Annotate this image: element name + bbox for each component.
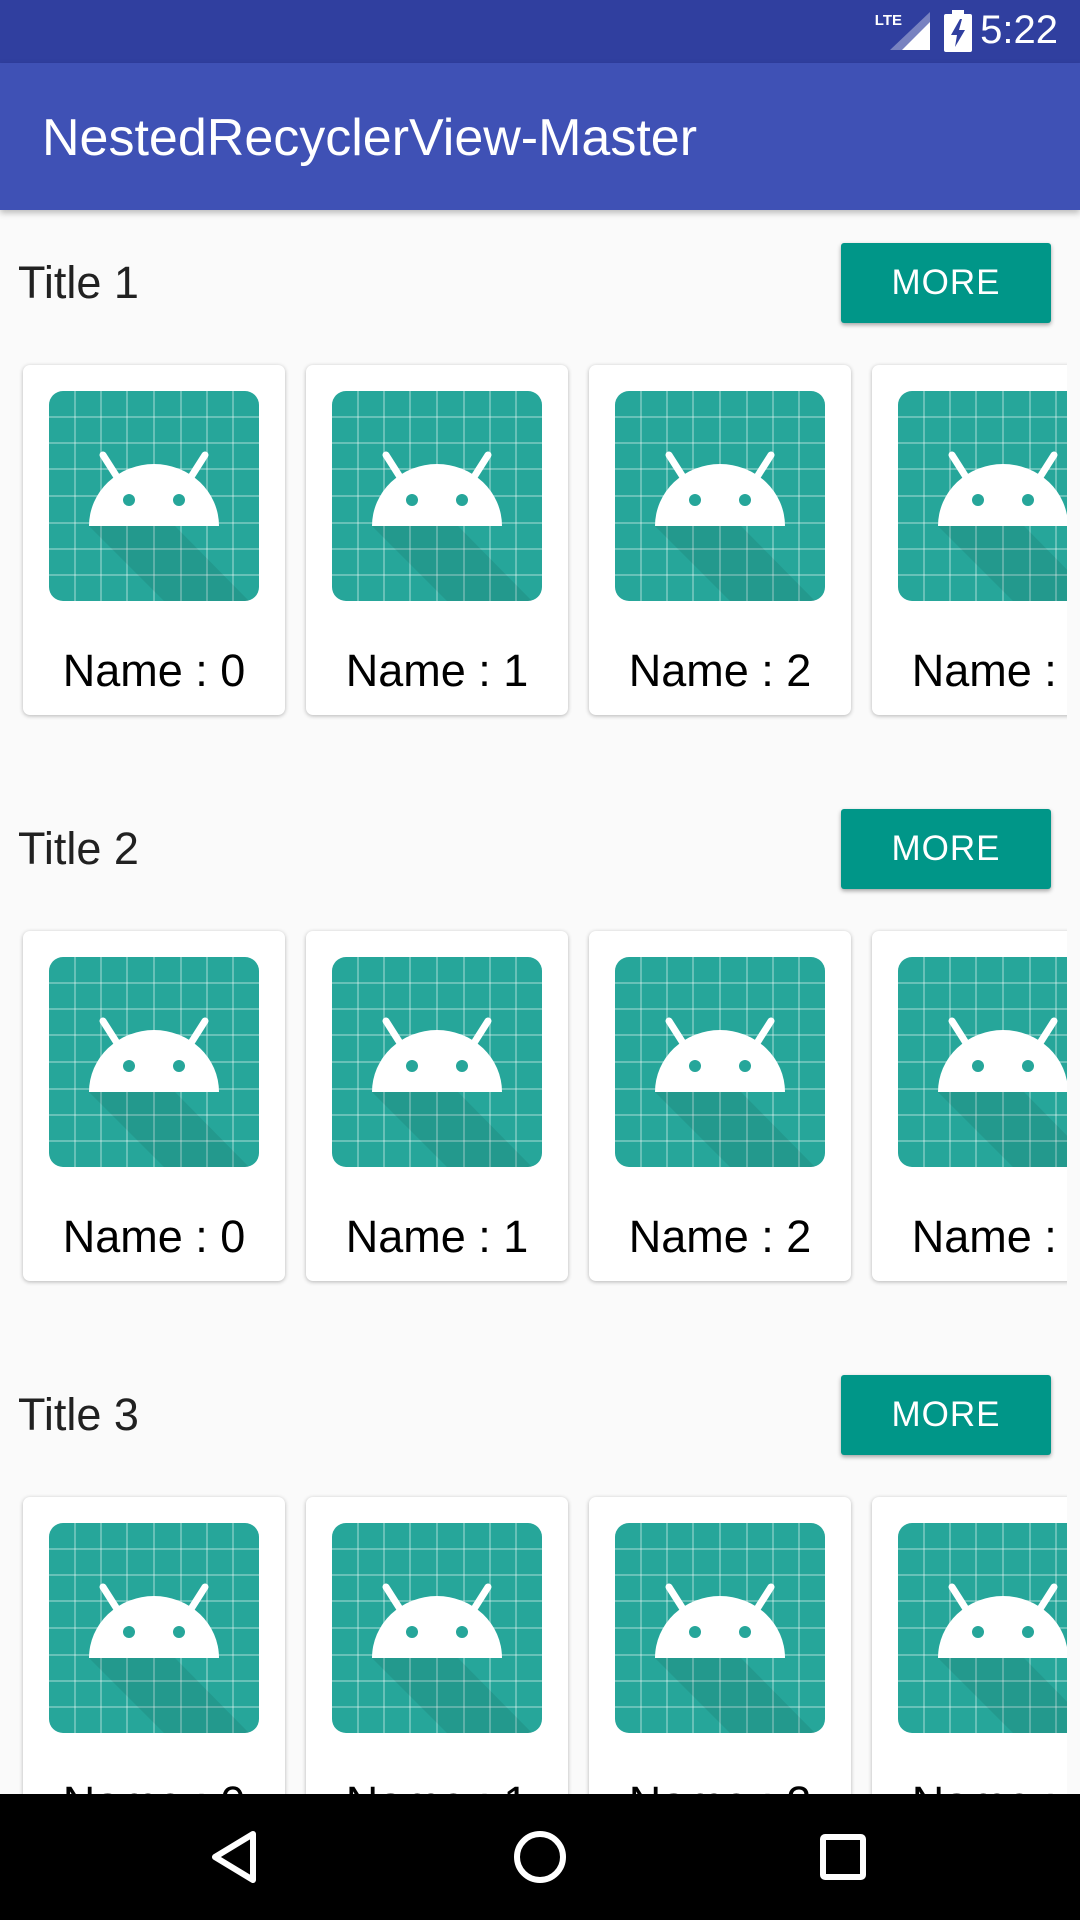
item-card[interactable]: Name : 0 <box>23 931 285 1281</box>
section-title: Title 3 <box>18 1389 139 1440</box>
item-name: Name : 0 <box>62 645 246 696</box>
item-name: Name : 1 <box>306 1777 568 1794</box>
section-title: Title 1 <box>18 257 139 308</box>
more-button[interactable]: MORE <box>841 1375 1051 1455</box>
item-card[interactable]: Name : 2 <box>589 365 851 715</box>
lte-signal-icon <box>890 12 930 50</box>
item-card[interactable]: Name : 2 <box>589 1497 851 1794</box>
item-name: Name : 1 <box>345 1211 529 1262</box>
item-card[interactable]: Name : 0 <box>23 1497 285 1794</box>
android-launcher-icon <box>49 1523 259 1733</box>
home-icon[interactable] <box>505 1822 575 1892</box>
android-launcher-icon <box>898 1523 1067 1733</box>
item-card[interactable]: Name : 2 <box>589 931 851 1281</box>
item-name: Name : 3 <box>872 1777 1067 1794</box>
item-card[interactable]: Name : 3 <box>872 365 1067 715</box>
item-name: Name : 2 <box>628 1211 812 1262</box>
horizontal-item-list[interactable]: Name : 0 Name : 1 Name : 2 Name : 3 <box>0 921 1067 1291</box>
app-title: NestedRecyclerView-Master <box>42 109 698 167</box>
main-list[interactable]: Title 1 MORE Name : 0 Name : 1 Name : 2 … <box>0 210 1080 1794</box>
android-launcher-icon <box>332 1523 542 1733</box>
horizontal-item-list[interactable]: Name : 0 Name : 1 Name : 2 Name : 3 <box>0 355 1067 725</box>
android-launcher-icon <box>332 391 542 601</box>
item-card[interactable]: Name : 1 <box>306 1497 568 1794</box>
section-1: Title 1 MORE Name : 0 Name : 1 Name : 2 … <box>0 210 1080 776</box>
more-button[interactable]: MORE <box>841 809 1051 889</box>
android-launcher-icon <box>49 957 259 1167</box>
status-time: 5:22 <box>980 8 1058 52</box>
item-name: Name : 3 <box>911 1211 1067 1262</box>
status-bar: LTE 5:22 <box>0 0 1080 63</box>
item-name: Name : 1 <box>345 645 529 696</box>
app-bar: NestedRecyclerView-Master <box>0 63 1080 210</box>
item-card[interactable]: Name : 3 <box>872 1497 1067 1794</box>
section-title: Title 2 <box>18 823 139 874</box>
recents-icon[interactable] <box>808 1822 878 1892</box>
item-name: Name : 2 <box>589 1777 851 1794</box>
more-button[interactable]: MORE <box>841 243 1051 323</box>
horizontal-item-list[interactable]: Name : 0 Name : 1 Name : 2 Name : 3 <box>0 1487 1067 1794</box>
android-launcher-icon <box>615 391 825 601</box>
back-icon[interactable] <box>201 1822 271 1892</box>
android-launcher-icon <box>332 957 542 1167</box>
item-name: Name : 0 <box>23 1777 285 1794</box>
item-name: Name : 0 <box>62 1211 246 1262</box>
item-card[interactable]: Name : 3 <box>872 931 1067 1281</box>
android-launcher-icon <box>615 957 825 1167</box>
section-2: Title 2 MORE Name : 0 Name : 1 Name : 2 … <box>0 776 1080 1342</box>
android-launcher-icon <box>615 1523 825 1733</box>
item-card[interactable]: Name : 0 <box>23 365 285 715</box>
item-card[interactable]: Name : 1 <box>306 931 568 1281</box>
item-card[interactable]: Name : 1 <box>306 365 568 715</box>
item-name: Name : 2 <box>628 645 812 696</box>
navigation-bar <box>0 1794 1080 1920</box>
android-launcher-icon <box>898 391 1067 601</box>
item-name: Name : 3 <box>911 645 1067 696</box>
android-launcher-icon <box>49 391 259 601</box>
battery-charging-icon <box>944 10 972 52</box>
android-launcher-icon <box>898 957 1067 1167</box>
section-3: Title 3 MORE Name : 0 Name : 1 Name : 2 … <box>0 1342 1080 1794</box>
